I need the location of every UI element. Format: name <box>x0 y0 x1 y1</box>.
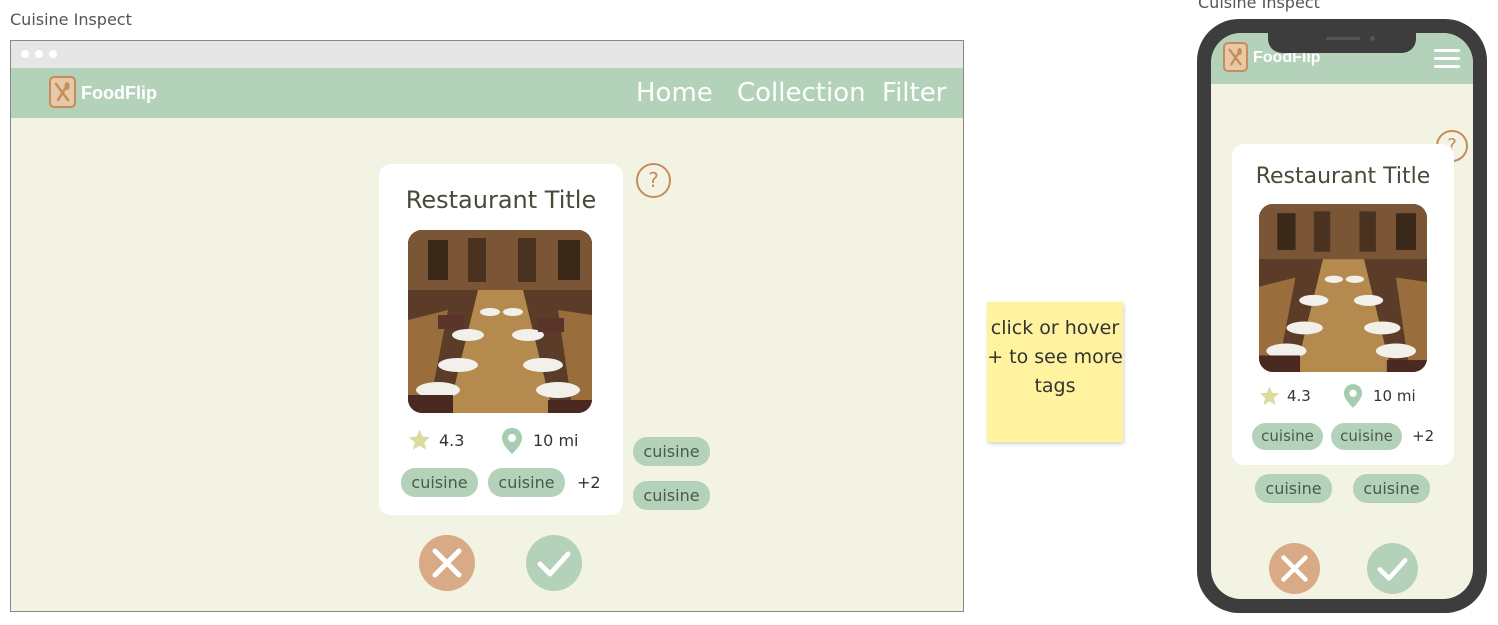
cuisine-tag[interactable]: cuisine <box>1252 423 1323 450</box>
reject-button[interactable] <box>419 535 475 591</box>
window-dot <box>49 50 57 58</box>
reject-button[interactable] <box>1269 543 1320 594</box>
nav-filter[interactable]: Filter <box>882 78 946 108</box>
help-icon[interactable]: ? <box>636 163 671 198</box>
fork-knife-icon <box>49 76 76 108</box>
accept-button[interactable] <box>1367 543 1418 594</box>
mobile-screen: FoodFlip ? Restaurant Title 4.3 10 mi cu… <box>1211 33 1473 599</box>
restaurant-title: Restaurant Title <box>405 186 597 214</box>
restaurant-card[interactable]: Restaurant Title 4.3 10 mi cuisine cuisi… <box>379 164 623 515</box>
window-dot <box>35 50 43 58</box>
cuisine-tag[interactable]: cuisine <box>488 468 565 497</box>
sticky-note-text: click or hover + to see more tags <box>987 317 1123 397</box>
more-tags-button[interactable]: +2 <box>1412 427 1434 445</box>
mobile-phone-frame: FoodFlip ? Restaurant Title 4.3 10 mi cu… <box>1197 19 1487 613</box>
sticky-note: click or hover + to see more tags <box>987 302 1123 442</box>
extra-cuisine-tag[interactable]: cuisine <box>1255 474 1332 503</box>
star-icon <box>1259 386 1280 405</box>
extra-cuisine-tag[interactable]: cuisine <box>633 437 710 466</box>
brand-logo[interactable]: FoodFlip <box>49 76 189 112</box>
phone-notch <box>1268 31 1416 53</box>
extra-cuisine-tag[interactable]: cuisine <box>1353 474 1430 503</box>
map-pin-icon <box>502 428 522 454</box>
desktop-browser-frame: FoodFlip Home Collection Filter Restaura… <box>10 40 964 612</box>
check-icon <box>1377 558 1408 581</box>
close-icon <box>432 548 462 578</box>
cuisine-tag[interactable]: cuisine <box>401 468 478 497</box>
restaurant-title: Restaurant Title <box>1255 164 1431 189</box>
star-icon <box>409 429 430 450</box>
nav-collection[interactable]: Collection <box>737 78 866 108</box>
nav-home[interactable]: Home <box>636 78 713 108</box>
browser-chrome <box>11 41 963 68</box>
top-nav-bar: FoodFlip Home Collection Filter <box>11 68 963 118</box>
restaurant-photo <box>408 230 592 413</box>
restaurant-card[interactable]: Restaurant Title 4.3 10 mi cuisine cuisi… <box>1232 144 1454 465</box>
hamburger-menu-icon[interactable] <box>1434 49 1460 69</box>
extra-cuisine-tag[interactable]: cuisine <box>633 481 710 510</box>
fork-knife-icon <box>1223 42 1248 72</box>
rating-value: 4.3 <box>439 431 465 450</box>
brand-name: FoodFlip <box>81 83 157 103</box>
restaurant-photo <box>1259 204 1427 372</box>
rating-value: 4.3 <box>1287 387 1311 405</box>
desktop-frame-label: Cuisine Inspect <box>10 10 132 29</box>
more-tags-button[interactable]: +2 <box>577 473 601 492</box>
check-icon <box>537 551 571 577</box>
map-pin-icon <box>1343 384 1363 408</box>
mobile-frame-label: Cuisine Inspect <box>1198 0 1320 12</box>
close-icon <box>1281 555 1308 582</box>
cuisine-tag[interactable]: cuisine <box>1331 423 1402 450</box>
window-dot <box>21 50 29 58</box>
distance-value: 10 mi <box>1373 387 1416 405</box>
front-camera <box>1370 36 1375 41</box>
distance-value: 10 mi <box>533 431 579 450</box>
accept-button[interactable] <box>526 535 582 591</box>
speaker-grille <box>1326 37 1360 40</box>
